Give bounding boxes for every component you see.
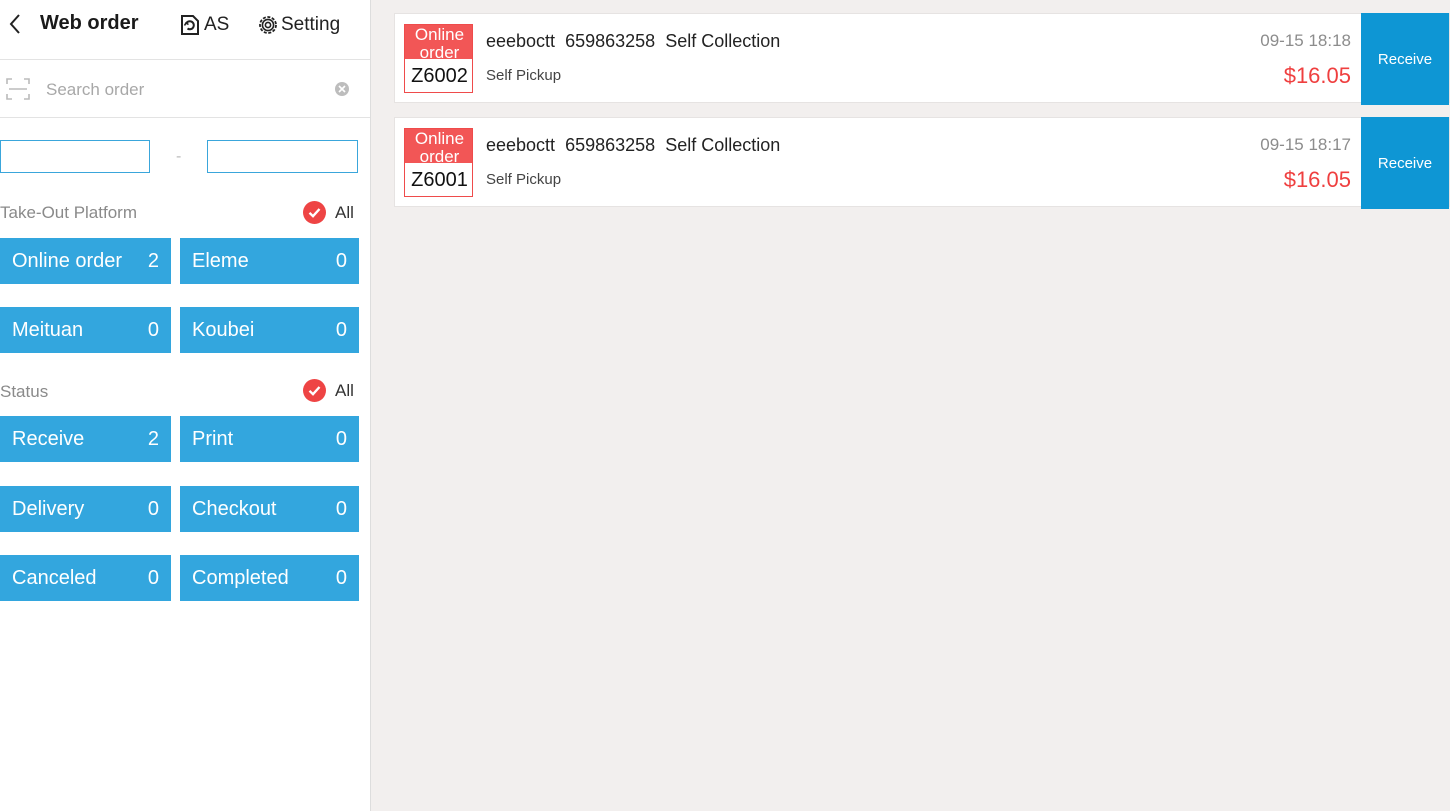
clear-icon: [335, 82, 349, 96]
order-phone: 659863258: [565, 135, 656, 155]
date-start-input[interactable]: [0, 140, 150, 173]
chip-label: Online order: [12, 249, 123, 272]
platform-all-checkbox[interactable]: All: [303, 201, 354, 224]
platform-koubei[interactable]: Koubei 0: [180, 307, 359, 353]
chip-count: 0: [335, 497, 347, 520]
back-button[interactable]: [4, 10, 28, 38]
search-bar: [0, 60, 370, 118]
platform-filter-label: Take-Out Platform: [0, 203, 137, 222]
chip-count: 0: [335, 249, 347, 272]
platform-all-label: All: [335, 202, 354, 222]
page-title: Web order: [40, 12, 139, 34]
status-checkout[interactable]: Checkout 0: [180, 486, 359, 532]
as-label: AS: [204, 14, 230, 35]
order-price: $16.05: [1283, 167, 1351, 192]
receive-button[interactable]: Receive: [1361, 117, 1449, 209]
order-badge: Online order Z6001: [404, 128, 473, 197]
order-phone: 659863258: [565, 31, 656, 51]
chip-label: Meituan: [12, 318, 84, 341]
order-card[interactable]: Online order Z6002 eeeboctt 659863258 Se…: [394, 13, 1450, 105]
gear-icon: [259, 16, 277, 34]
chip-count: 0: [335, 318, 347, 341]
chip-label: Koubei: [192, 318, 255, 341]
chip-label: Print: [192, 427, 234, 450]
order-pickup: Self Pickup: [486, 171, 562, 188]
order-price: $16.05: [1283, 63, 1351, 88]
order-source-tag: Online order: [405, 129, 472, 163]
chip-count: 2: [147, 249, 159, 272]
order-customer: eeeboctt: [486, 135, 556, 155]
search-input[interactable]: [44, 75, 318, 105]
chip-count: 0: [147, 566, 159, 589]
chip-count: 0: [335, 566, 347, 589]
order-summary: eeeboctt 659863258 Self Collection: [486, 31, 780, 52]
status-canceled[interactable]: Canceled 0: [0, 555, 171, 601]
as-button[interactable]: AS: [178, 12, 229, 38]
chevron-left-icon: [9, 14, 20, 34]
chip-label: Canceled: [12, 566, 97, 589]
chip-label: Delivery: [12, 497, 85, 520]
order-summary: eeeboctt 659863258 Self Collection: [486, 135, 780, 156]
chip-label: Receive: [12, 427, 85, 450]
order-list: Online order Z6002 eeeboctt 659863258 Se…: [371, 0, 1450, 811]
order-card[interactable]: Online order Z6001 eeeboctt 659863258 Se…: [394, 117, 1450, 209]
platform-meituan[interactable]: Meituan 0: [0, 307, 171, 353]
sidebar: Web order AS Setting Search order - Take…: [0, 0, 371, 811]
chip-label: Completed: [192, 566, 289, 589]
status-filter-label: Status: [0, 382, 49, 401]
check-circle-icon: [303, 201, 326, 224]
order-number: Z6002: [405, 59, 472, 92]
platform-online-order[interactable]: Online order 2: [0, 238, 171, 284]
platform-eleme[interactable]: Eleme 0: [180, 238, 359, 284]
status-completed[interactable]: Completed 0: [180, 555, 359, 601]
chip-count: 2: [147, 427, 159, 450]
status-print[interactable]: Print 0: [180, 416, 359, 462]
receive-button[interactable]: Receive: [1361, 13, 1449, 105]
status-receive[interactable]: Receive 2: [0, 416, 171, 462]
chip-label: Eleme: [192, 249, 249, 272]
order-type: Self Collection: [665, 31, 781, 51]
clear-search-button[interactable]: [334, 81, 350, 102]
order-source-tag: Online order: [405, 25, 472, 59]
as-icon: [181, 15, 199, 35]
order-pickup: Self Pickup: [486, 67, 562, 84]
order-type: Self Collection: [665, 135, 781, 155]
date-end-input[interactable]: [207, 140, 358, 173]
status-all-checkbox[interactable]: All: [303, 379, 354, 402]
setting-button[interactable]: Setting: [256, 12, 340, 38]
scan-button[interactable]: [6, 78, 30, 105]
chip-count: 0: [147, 497, 159, 520]
order-time: 09-15 18:18: [1260, 31, 1351, 50]
scan-icon: [6, 78, 30, 100]
chip-count: 0: [335, 427, 347, 450]
setting-label: Setting: [281, 14, 341, 35]
order-customer: eeeboctt: [486, 31, 556, 51]
top-bar: Web order AS Setting: [0, 0, 370, 60]
check-circle-icon: [303, 379, 326, 402]
order-time: 09-15 18:17: [1260, 135, 1351, 154]
status-all-label: All: [335, 380, 354, 400]
date-range-separator: -: [176, 148, 182, 165]
order-number: Z6001: [405, 163, 472, 196]
order-badge: Online order Z6002: [404, 24, 473, 93]
chip-label: Checkout: [192, 497, 277, 520]
chip-count: 0: [147, 318, 159, 341]
status-delivery[interactable]: Delivery 0: [0, 486, 171, 532]
